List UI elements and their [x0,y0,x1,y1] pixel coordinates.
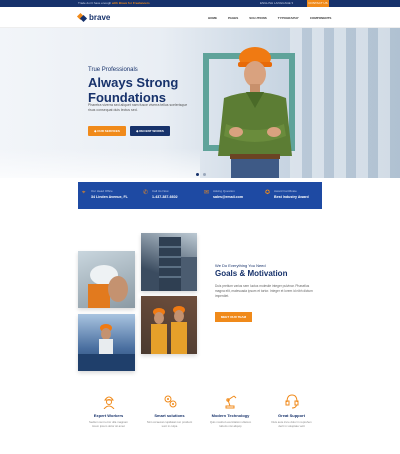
info-item-phone: ✆ Call Us Now 1-437-387-6602 [139,182,200,209]
service-desc: Sint occaecat cupidatat non proident sun… [146,420,193,428]
logo-mark-icon [76,12,88,22]
headset-icon [261,393,322,409]
photo-building-site [141,233,197,291]
photo-workshop-team [141,296,197,354]
info-value: 34 Linden Avenue, FL [91,195,128,199]
service-desc: Sedium sunt error ulla magnam lorem ipsu… [88,420,129,428]
brand-logo[interactable]: brave [76,12,111,22]
service-title: Expert Workers [93,413,124,418]
phone-icon: ✆ [143,190,149,196]
info-key: Asking Question [213,189,235,193]
meet-our-team-button[interactable]: MEET OUR TEAM [215,312,252,322]
brand-name: brave [89,12,111,22]
site-header: brave HOME PAGES SOLUTIONS TYPOGRAPHY CO… [0,7,400,28]
service-title: Modern Technology [211,413,250,418]
our-services-label: OUR SERVICES [97,129,120,133]
service-great-support[interactable]: Great Support Duis aute irure dolor in r… [261,393,322,438]
gears-icon [139,393,200,409]
hero-fade [0,148,200,178]
hero-title: Always Strong Foundations [88,75,179,105]
engineer-icon [78,393,139,409]
recent-works-label: RECENT WORKS [139,129,164,133]
services-row: Expert Workers Sedium sunt error ulla ma… [78,393,322,438]
info-key: Call Us Now [152,189,169,193]
hero-eyebrow: True Professionals [88,67,138,73]
nav-item-home[interactable]: HOME [208,16,217,20]
info-value[interactable]: 1-437-387-6602 [152,195,200,199]
info-item-office: ⌖ Our Head Office 34 Linden Avenue, FL [78,182,139,209]
worker-illustration [218,47,292,178]
nav-item-solutions[interactable]: SOLUTIONS [249,16,267,20]
nav-item-typography[interactable]: TYPOGRAPHY [278,16,299,20]
service-desc: Quis nostrud exercitation ullamco labori… [209,420,252,428]
contact-us-button[interactable]: CONTACT US [307,0,329,7]
photo-engineer-helmet [78,251,135,308]
slider-dot-1[interactable] [196,173,199,176]
about-eyebrow: We Do Everything You Need [215,263,266,268]
award-icon: ✪ [265,190,271,196]
photo-solar-worker [78,314,135,371]
top-bar-message: Trade don't have enough with Brave for F… [78,1,150,5]
recent-works-button[interactable]: ◆ RECENT WORKS [130,126,170,136]
nav-item-pages[interactable]: PAGES [228,16,238,20]
slider-dot-2[interactable] [203,173,206,176]
mail-icon: ✉ [204,190,210,196]
robot-arm-icon [200,393,261,409]
top-bar-message-link[interactable]: with Brave for Freelancers [112,1,150,5]
top-bar: Trade don't have enough with Brave for F… [0,0,400,7]
service-desc: Duis aute irure dolor in reprehen derit … [271,420,312,428]
top-bar-message-text: Trade don't have enough [78,1,112,5]
main-nav: HOME PAGES SOLUTIONS TYPOGRAPHY COMPONEN… [208,16,342,20]
nav-item-components[interactable]: COMPONENTS [310,16,332,20]
info-value: Best Industry Award [274,195,309,199]
service-expert-workers[interactable]: Expert Workers Sedium sunt error ulla ma… [78,393,139,438]
map-pin-icon: ⌖ [82,190,86,196]
hero-lead: Pharetra viverra sed aliquet nam fusce v… [88,103,188,112]
service-title: Smart solutions [154,413,185,418]
language-selector[interactable]: ENGLISH LANGUAGE ▾ [260,1,293,5]
info-key: Award Certificate [274,189,297,193]
info-item-email: ✉ Asking Question sales@email.com [200,182,261,209]
info-key: Our Head Office [91,189,113,193]
about-text: Duis pretium varius sem luctus molestie … [215,284,313,298]
hero-background [290,28,400,178]
service-title: Great Support [278,413,305,418]
contact-info-bar: ⌖ Our Head Office 34 Linden Avenue, FL ✆… [78,182,322,209]
hero-slider-dots [196,173,206,176]
service-modern-technology[interactable]: Modern Technology Quis nostrud exercitat… [200,393,261,438]
service-smart-solutions[interactable]: Smart solutions Sint occaecat cupidatat … [139,393,200,438]
info-item-award: ✪ Award Certificate Best Industry Award [261,182,322,209]
hero-section: True Professionals Always Strong Foundat… [0,28,400,178]
our-services-button[interactable]: ◆ OUR SERVICES [88,126,126,136]
about-title: Goals & Motivation [215,269,288,278]
info-value[interactable]: sales@email.com [213,195,261,199]
